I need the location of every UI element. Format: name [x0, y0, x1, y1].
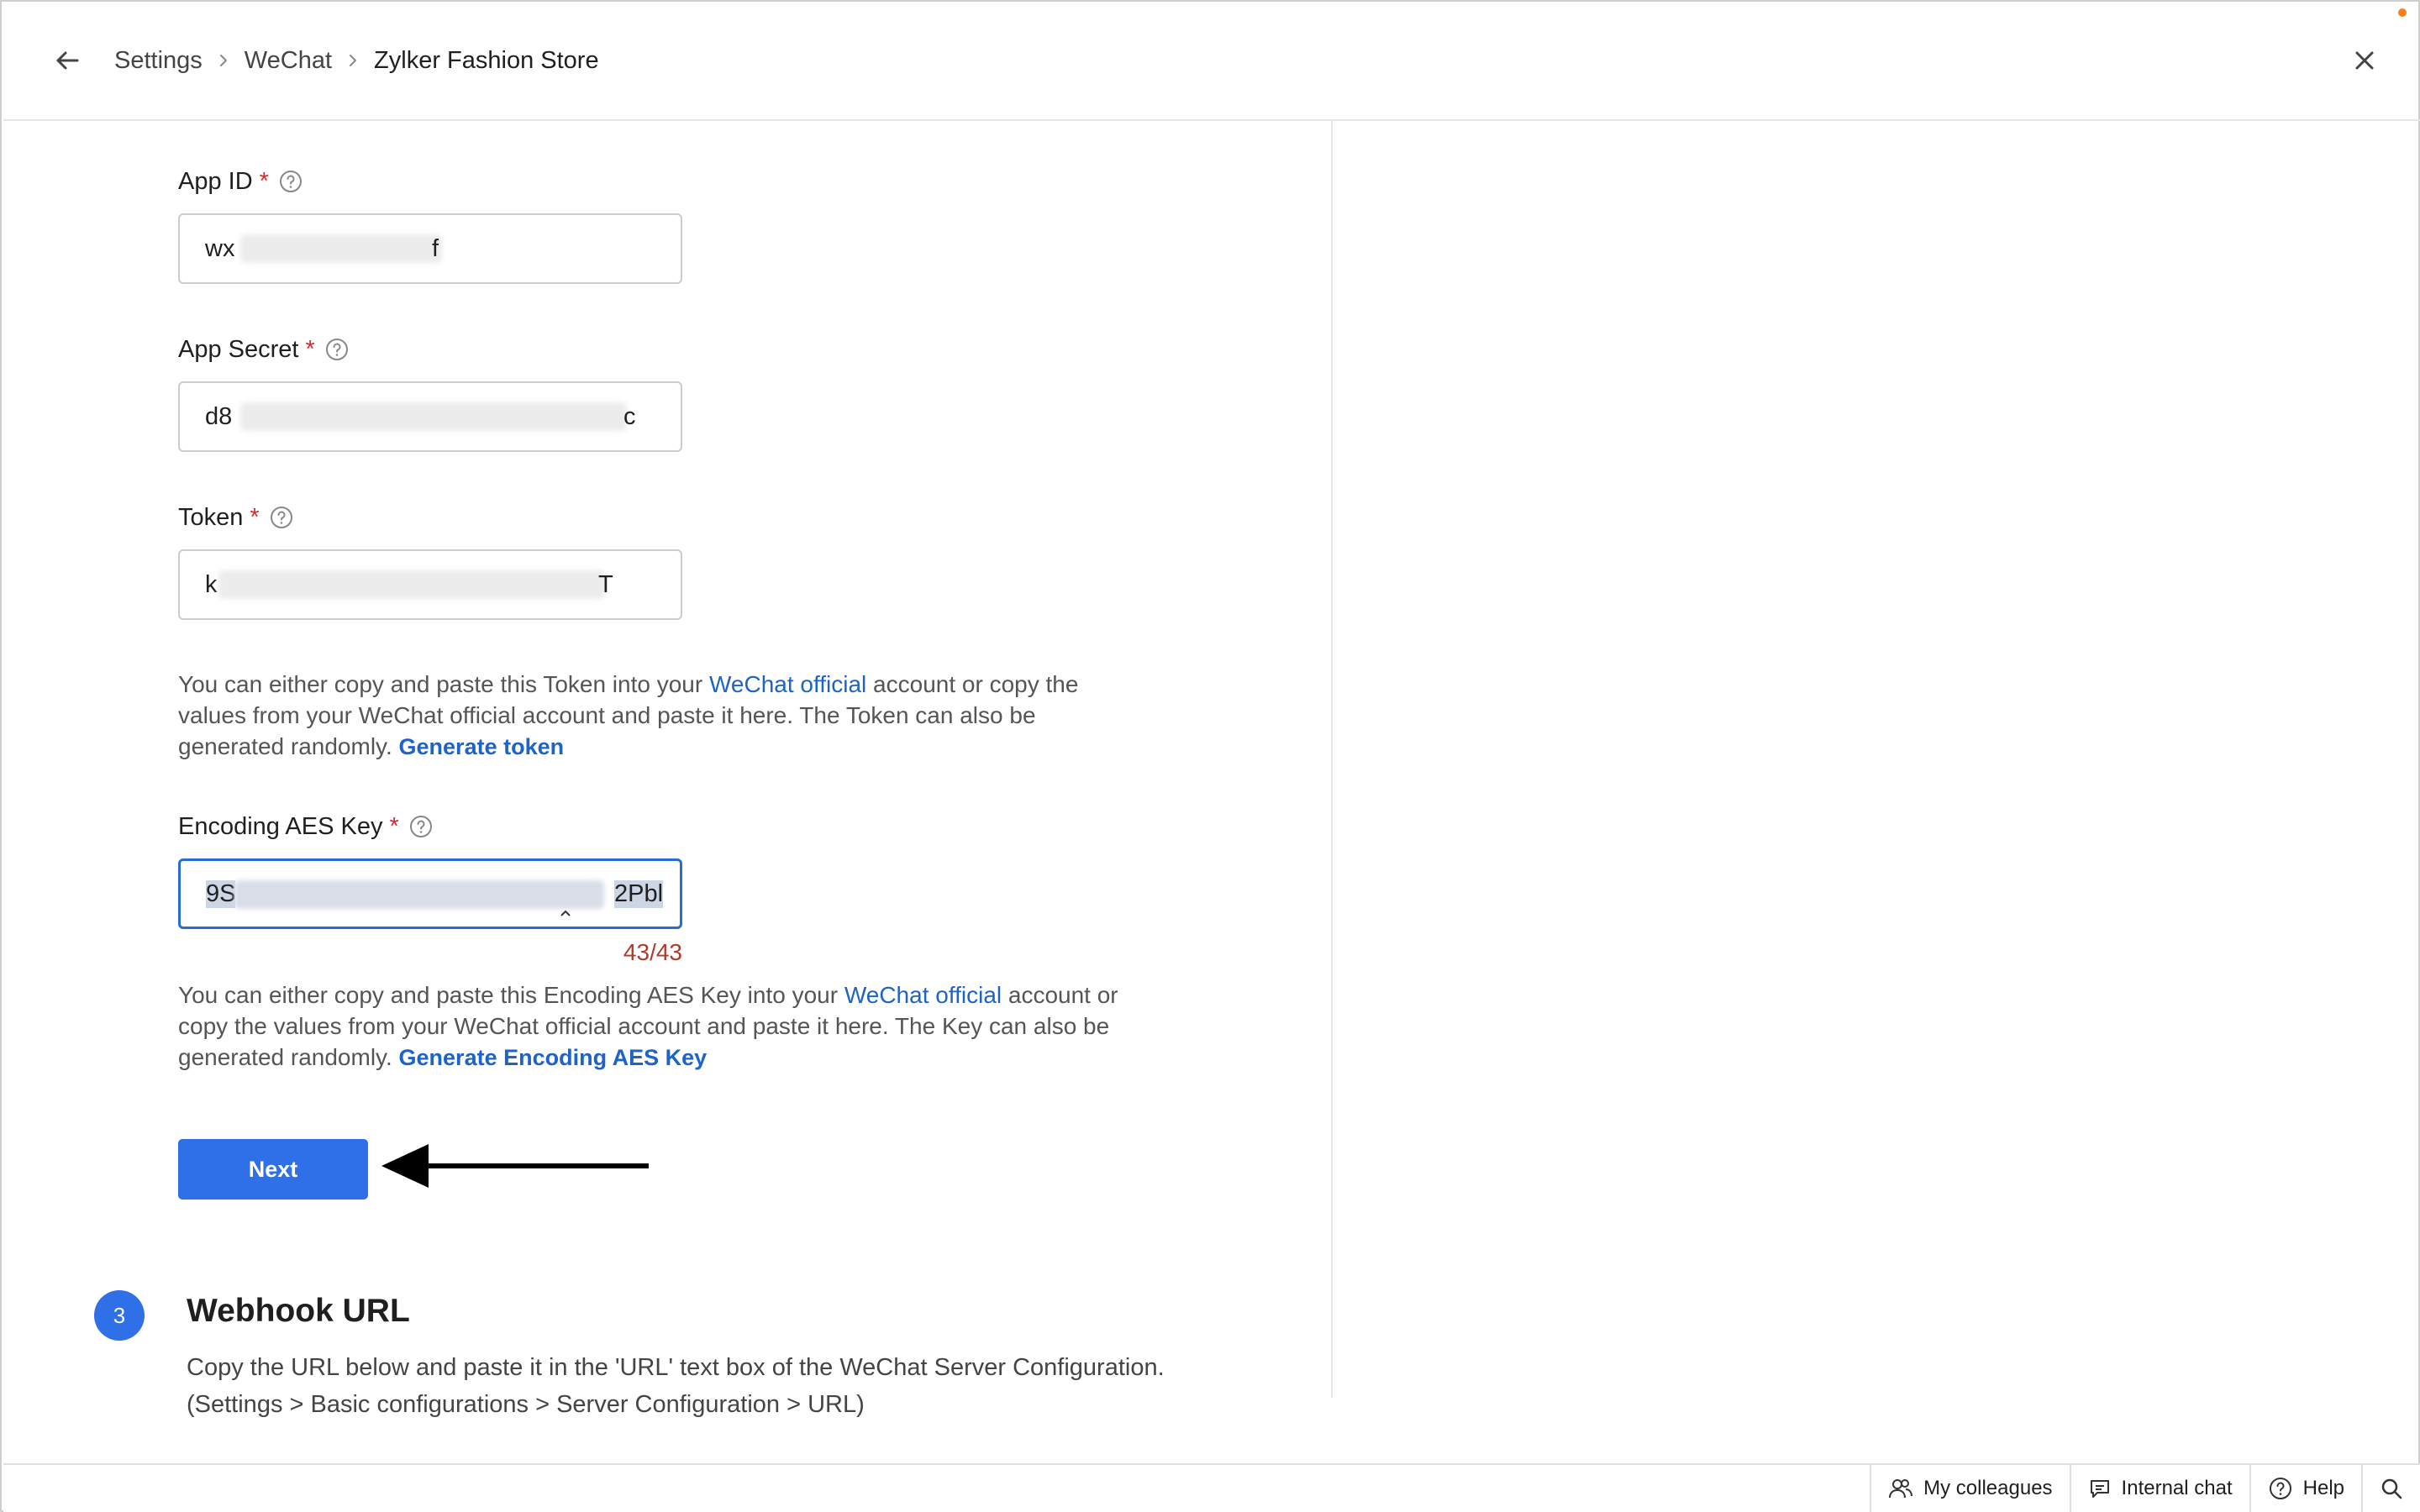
step-number-badge: 3 [94, 1290, 145, 1341]
back-button[interactable] [47, 40, 87, 81]
help-label: Help [2302, 1477, 2344, 1499]
token-value-end: T [598, 570, 613, 598]
top-header: Settings WeChat Zylker Fashion Store [3, 3, 2420, 121]
redacted-mask [240, 234, 442, 263]
token-value-start: k [205, 570, 218, 598]
chat-icon [2090, 1480, 2109, 1498]
aes-help-before: You can either copy and paste this Encod… [178, 982, 844, 1008]
redacted-mask [234, 880, 604, 909]
token-help-before: You can either copy and paste this Token… [178, 671, 709, 697]
redacted-mask [218, 570, 605, 599]
token-input[interactable]: k T [178, 549, 682, 620]
step-description: Copy the URL below and paste it in the '… [187, 1349, 1329, 1423]
app-secret-value-end: c [623, 402, 636, 430]
config-form: App ID * wx f App Secret * d8 c Token * … [3, 121, 1331, 1465]
people-icon [1889, 1479, 1913, 1499]
app-secret-label: App Secret * [178, 333, 350, 366]
generate-token-link[interactable]: Generate token [399, 734, 565, 759]
app-id-label-text: App ID [178, 167, 253, 195]
app-secret-input[interactable]: d8 c [178, 381, 682, 452]
required-mark: * [250, 503, 260, 531]
aes-key-value-start: 9S [206, 879, 236, 908]
redacted-mask [240, 402, 627, 431]
my-colleagues-button[interactable]: My colleagues [1870, 1465, 2069, 1512]
token-label: Token * [178, 501, 295, 534]
help-circle-icon[interactable] [268, 504, 295, 531]
app-id-label: App ID * [178, 165, 304, 198]
generate-aes-key-link[interactable]: Generate Encoding AES Key [399, 1045, 708, 1070]
app-id-value-start: wx [205, 234, 235, 262]
aes-key-value-end: 2Pbl [614, 879, 664, 908]
internal-chat-label: Internal chat [2121, 1477, 2233, 1499]
panel-divider [1331, 119, 1333, 1398]
aes-key-char-counter: 43/43 [623, 939, 682, 965]
wechat-official-link[interactable]: WeChat official [844, 982, 1002, 1008]
close-button[interactable] [2344, 40, 2385, 81]
annotation-arrow-icon [381, 1144, 649, 1188]
my-colleagues-label: My colleagues [1923, 1477, 2053, 1499]
help-button[interactable]: Help [2249, 1465, 2361, 1512]
breadcrumb: Settings WeChat Zylker Fashion Store [114, 42, 599, 79]
chevron-right-icon [332, 52, 374, 69]
internal-chat-button[interactable]: Internal chat [2069, 1465, 2249, 1512]
aes-help-text: You can either copy and paste this Encod… [178, 979, 1144, 1074]
aes-key-label-text: Encoding AES Key [178, 812, 383, 840]
bottom-bar: My colleagues Internal chat Help [3, 1463, 2420, 1512]
app-id-input[interactable]: wx f [178, 213, 682, 284]
app-id-value-end: f [432, 234, 439, 262]
next-button[interactable]: Next [178, 1139, 368, 1200]
bottom-bar-actions: My colleagues Internal chat Help [1870, 1465, 2420, 1512]
required-mark: * [389, 812, 399, 840]
breadcrumb-wechat[interactable]: WeChat [245, 47, 332, 75]
wechat-official-link[interactable]: WeChat official [709, 671, 866, 697]
aes-key-input[interactable]: 9S 2Pbl [178, 858, 682, 929]
question-icon [2269, 1478, 2291, 1499]
token-label-text: Token [178, 503, 244, 531]
token-help-text: You can either copy and paste this Token… [178, 669, 1144, 763]
help-circle-icon[interactable] [277, 168, 304, 195]
back-arrow-icon [56, 51, 79, 70]
text-cursor-icon [560, 910, 571, 916]
aes-key-label: Encoding AES Key * [178, 810, 434, 843]
app-window: Settings WeChat Zylker Fashion Store App… [0, 0, 2420, 1512]
close-icon [2355, 51, 2374, 70]
search-icon [2381, 1478, 2402, 1499]
app-secret-value-start: d8 [205, 402, 233, 430]
app-secret-label-text: App Secret [178, 335, 299, 363]
breadcrumb-current: Zylker Fashion Store [374, 46, 599, 74]
chevron-right-icon [203, 52, 245, 69]
step-description-line-1: Copy the URL below and paste it in the '… [187, 1354, 1165, 1381]
help-circle-icon[interactable] [324, 336, 350, 363]
required-mark: * [259, 167, 269, 195]
help-circle-icon[interactable] [408, 813, 434, 840]
required-mark: * [305, 335, 315, 363]
breadcrumb-settings[interactable]: Settings [114, 47, 203, 75]
step-title: Webhook URL [187, 1293, 410, 1329]
step-description-line-2: (Settings > Basic configurations > Serve… [187, 1391, 865, 1418]
search-button[interactable] [2361, 1465, 2420, 1512]
